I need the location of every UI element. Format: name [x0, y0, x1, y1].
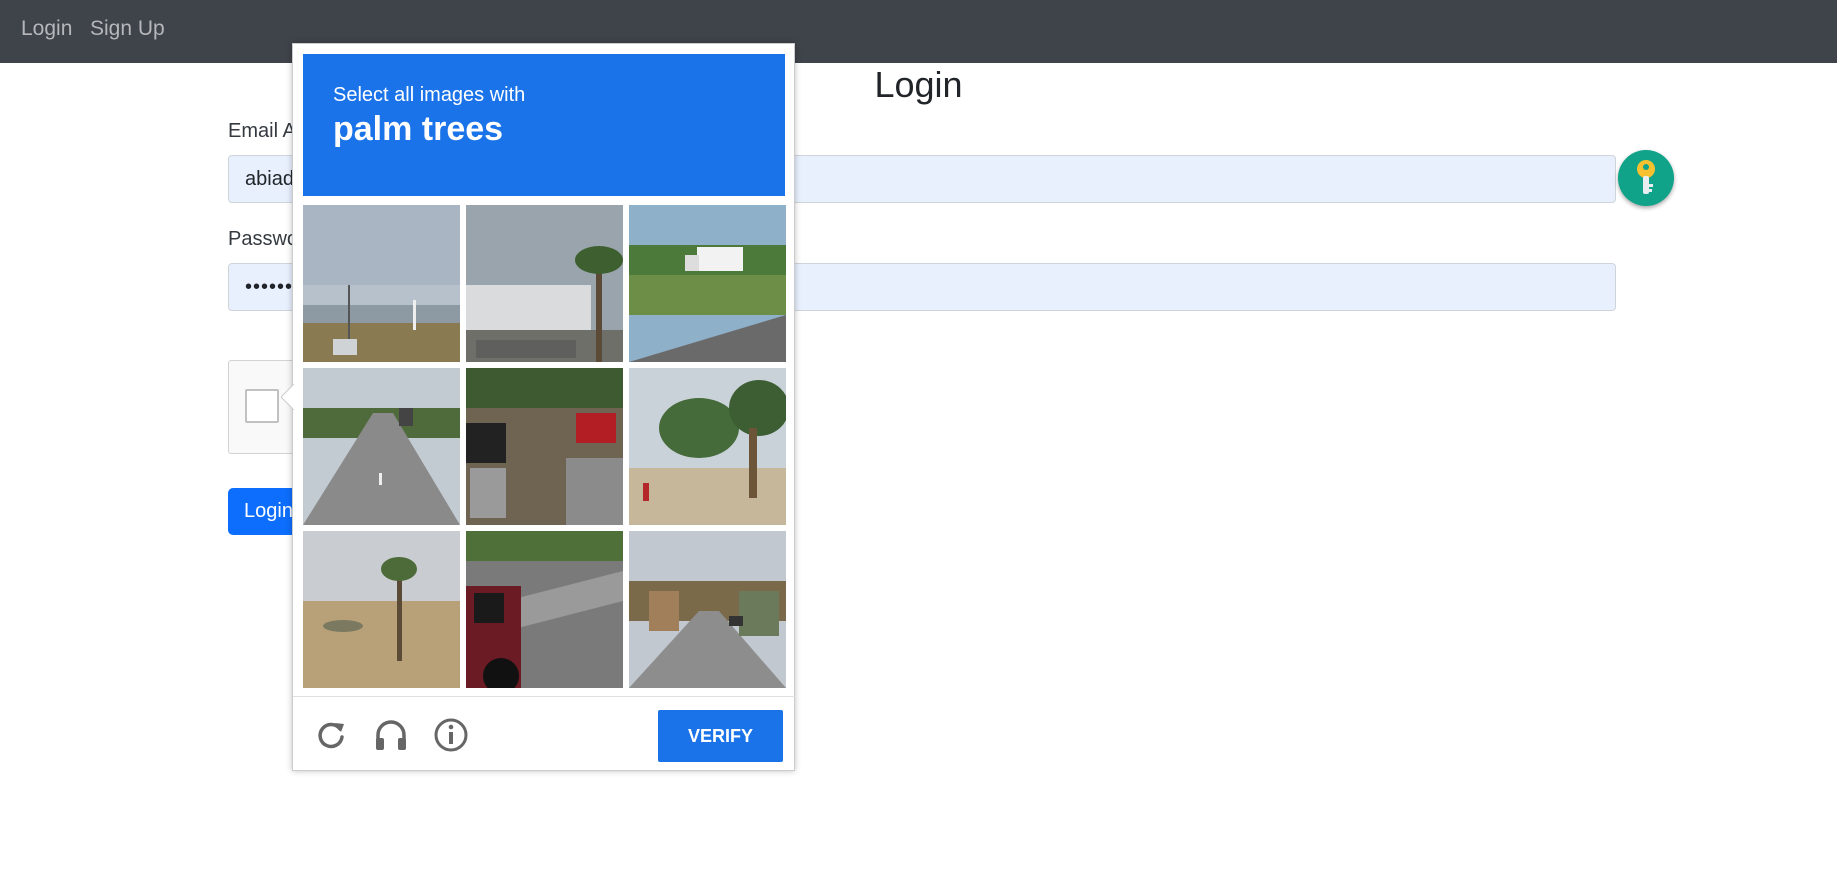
captcha-tile-shoreline[interactable] — [303, 205, 460, 362]
captcha-tile-highway-road[interactable] — [303, 368, 460, 525]
captcha-tile-parked-cars[interactable] — [466, 368, 623, 525]
captcha-challenge-dialog: Select all images with palm trees VERIFY — [281, 43, 796, 772]
captcha-prompt-text: Select all images with — [333, 84, 526, 106]
password-manager-key-button[interactable] — [1618, 150, 1674, 206]
captcha-tile-highway-truck[interactable] — [629, 205, 786, 362]
captcha-instructions: Select all images with palm trees — [303, 54, 785, 196]
nav-signup-link[interactable]: Sign Up — [90, 17, 165, 41]
captcha-image-grid — [303, 205, 787, 688]
key-icon — [1637, 160, 1655, 194]
email-label: Email A — [228, 120, 296, 142]
audio-icon[interactable] — [373, 717, 409, 753]
recaptcha-checkbox[interactable] — [245, 389, 279, 423]
captcha-tile-palm-field[interactable] — [303, 531, 460, 688]
captcha-footer: VERIFY — [293, 696, 796, 772]
captcha-tile-palm-sidewalk[interactable] — [629, 368, 786, 525]
info-icon[interactable] — [433, 717, 469, 753]
captcha-target-text: palm trees — [333, 110, 504, 148]
page-title: Login — [874, 64, 963, 105]
verify-button[interactable]: VERIFY — [658, 710, 783, 762]
top-navbar: Login Sign Up — [0, 0, 1837, 63]
reload-icon[interactable] — [313, 717, 349, 753]
dialog-pointer-arrow — [281, 384, 294, 410]
captcha-tile-town-street[interactable] — [629, 531, 786, 688]
password-label: Passwo — [228, 228, 299, 250]
captcha-tile-building-palm[interactable] — [466, 205, 623, 362]
captcha-tile-red-jeep[interactable] — [466, 531, 623, 688]
nav-login-link[interactable]: Login — [21, 17, 72, 41]
